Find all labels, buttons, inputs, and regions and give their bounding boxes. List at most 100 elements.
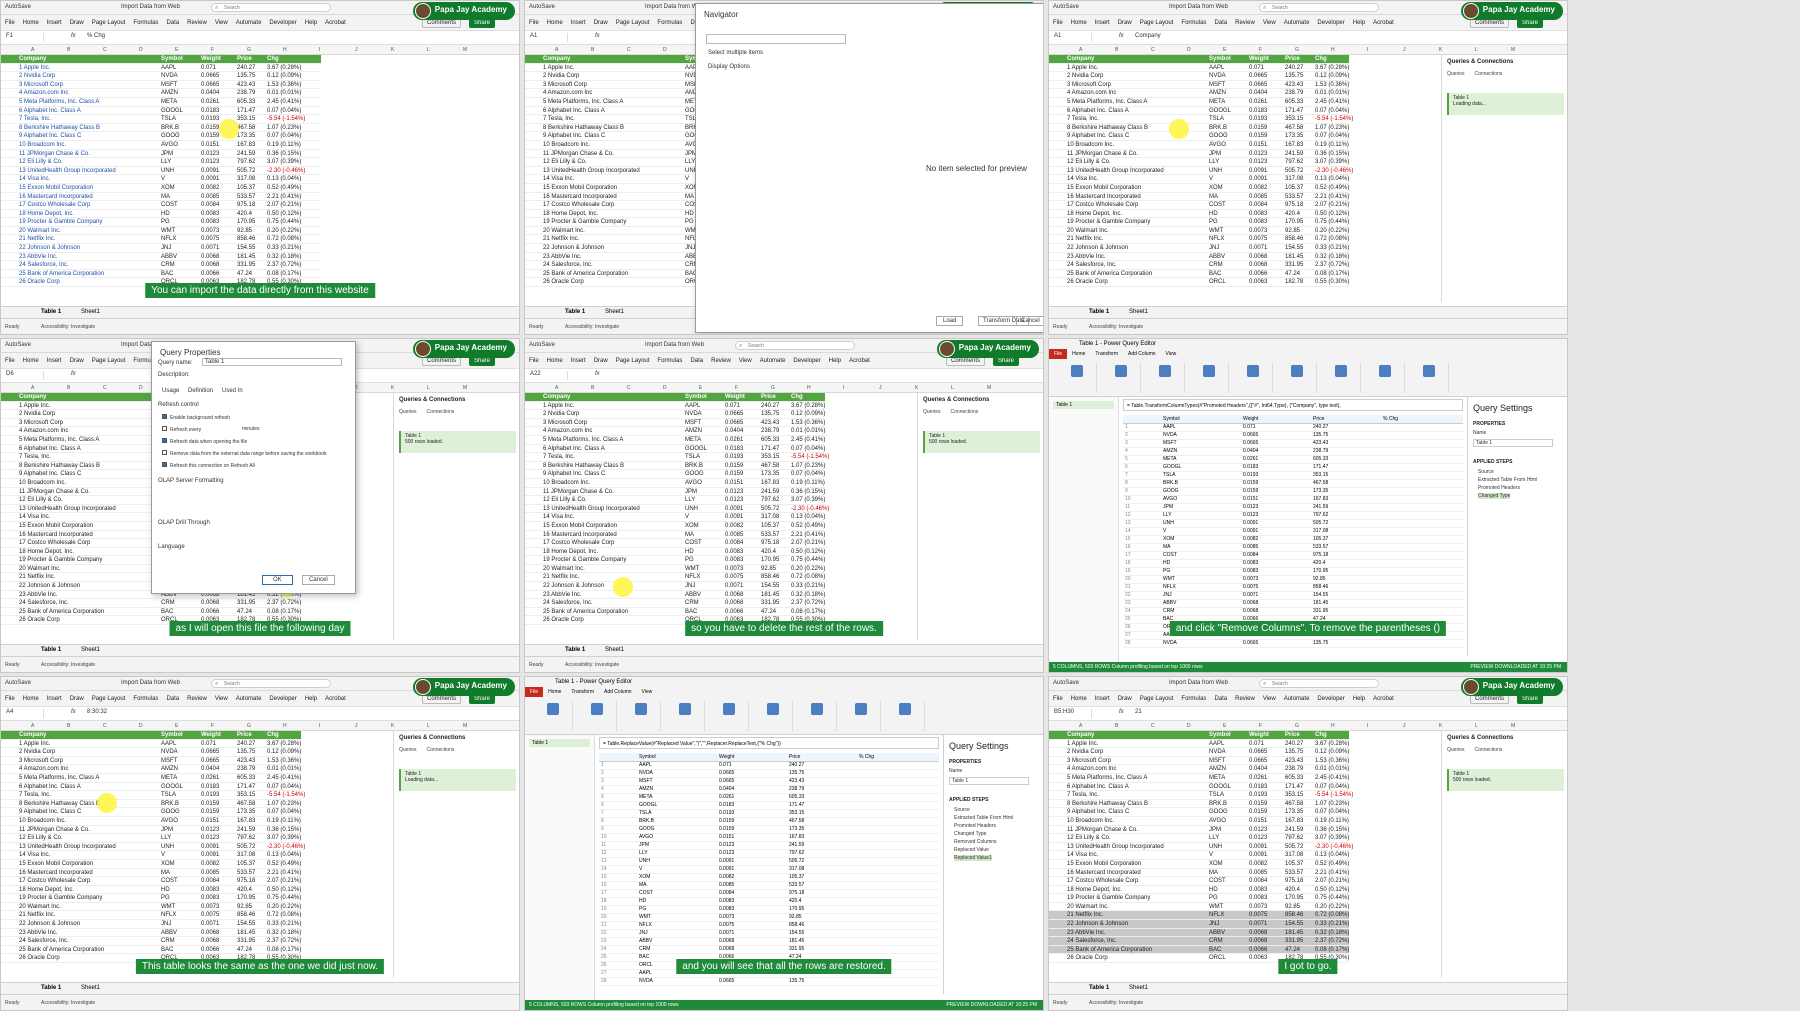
tab-connections[interactable]: Connections [427,747,455,753]
tab-used-in[interactable]: Used In [222,388,243,394]
applied-step[interactable]: Source [954,807,970,813]
pq-tab-view[interactable]: View [1161,349,1182,359]
menu-data[interactable]: Data [1210,15,1231,26]
applied-step[interactable]: Extracted Table From Html [954,815,1013,821]
menu-page-layout[interactable]: Page Layout [88,353,130,364]
name-box[interactable]: A1 [528,33,568,42]
menu-insert[interactable]: Insert [43,691,66,702]
menu-automate[interactable]: Automate [1280,691,1314,702]
autosave-toggle[interactable]: AutoSave [529,4,555,10]
formula-input[interactable]: 8:30:32 [87,709,107,715]
menu-page-layout[interactable]: Page Layout [1136,15,1178,26]
query-item[interactable]: Table 1 500 rows loaded. [1447,769,1564,791]
menu-page-layout[interactable]: Page Layout [88,15,130,26]
tab-connections[interactable]: Connections [951,409,979,415]
tab-queries[interactable]: Queries [1447,71,1465,77]
menu-draw[interactable]: Draw [590,353,612,364]
ribbon-button-icon[interactable] [1202,365,1215,377]
pq-col-weight[interactable]: Weight [1243,416,1258,422]
menu-formulas[interactable]: Formulas [1177,15,1210,26]
menu-help[interactable]: Help [301,15,321,26]
menu-view[interactable]: View [211,691,232,702]
query-item[interactable]: Table 1 500 rows loaded. [399,431,516,453]
pq-col-pct_chg[interactable]: % Chg [859,754,874,760]
autosave-toggle[interactable]: AutoSave [529,342,555,348]
pq-tab-file[interactable]: File [525,687,544,697]
menu-automate[interactable]: Automate [1280,15,1314,26]
menu-acrobat[interactable]: Acrobat [845,353,874,364]
menu-file[interactable]: File [1,691,19,702]
applied-step[interactable]: Extracted Table From Html [1478,477,1537,483]
menu-draw[interactable]: Draw [1114,691,1136,702]
ribbon-button-icon[interactable] [1422,365,1435,377]
option-checkbox[interactable] [162,426,167,431]
applied-step[interactable]: Removed Columns [954,839,997,845]
menu-draw[interactable]: Draw [66,353,88,364]
sheet-tab-sheet1[interactable]: Sheet1 [1129,309,1148,315]
accessibility-status[interactable]: Accessibility: Investigate [565,662,619,668]
menu-home[interactable]: Home [1067,15,1091,26]
search-box[interactable]: ⌕Search [211,3,331,12]
menu-developer[interactable]: Developer [265,691,300,702]
tab-connections[interactable]: Connections [1475,71,1503,77]
ribbon-button-icon[interactable] [1246,365,1259,377]
menu-automate[interactable]: Automate [232,691,266,702]
menu-file[interactable]: File [525,353,543,364]
menu-help[interactable]: Help [301,691,321,702]
sheet-tab-table1[interactable]: Table 1 [41,985,61,991]
menu-page-layout[interactable]: Page Layout [88,691,130,702]
menu-acrobat[interactable]: Acrobat [321,691,350,702]
pq-col-symbol[interactable]: Symbol [1163,416,1180,422]
pq-tab-add-column[interactable]: Add Column [599,687,637,697]
cancel-button[interactable]: Cancel [302,575,335,585]
nav-query-item[interactable]: Table 1 [529,739,590,747]
pq-tab-transform[interactable]: Transform [566,687,599,697]
name-box[interactable]: F1 [4,33,44,42]
tab-connections[interactable]: Connections [427,409,455,415]
ribbon-button-icon[interactable] [766,703,779,715]
ribbon-button-icon[interactable] [590,703,603,715]
ribbon-button-icon[interactable] [1114,365,1127,377]
menu-home[interactable]: Home [19,353,43,364]
menu-file[interactable]: File [525,15,543,26]
ribbon-button-icon[interactable] [1158,365,1171,377]
menu-view[interactable]: View [211,15,232,26]
query-item[interactable]: Table 1 Loading data... [399,769,516,791]
menu-insert[interactable]: Insert [567,353,590,364]
option-checkbox[interactable] [162,462,167,467]
menu-developer[interactable]: Developer [1313,15,1348,26]
menu-developer[interactable]: Developer [789,353,824,364]
accessibility-status[interactable]: Accessibility: Investigate [41,1000,95,1006]
cancel-button[interactable]: Cancel [1016,316,1043,326]
menu-review[interactable]: Review [1231,15,1259,26]
menu-developer[interactable]: Developer [1313,691,1348,702]
pq-col-price[interactable]: Price [789,754,800,760]
ribbon-button-icon[interactable] [1378,365,1391,377]
menu-formulas[interactable]: Formulas [653,15,686,26]
search-box[interactable]: ⌕Search [1259,3,1379,12]
display-options[interactable]: Display Options [708,64,750,70]
menu-home[interactable]: Home [543,353,567,364]
autosave-toggle[interactable]: AutoSave [5,680,31,686]
sheet-tab-table1[interactable]: Table 1 [1089,309,1109,315]
formula-input[interactable]: Company [1135,33,1161,39]
query-item[interactable]: Table 1 Loading data... [1447,93,1564,115]
menu-formulas[interactable]: Formulas [129,691,162,702]
sheet-tab-sheet1[interactable]: Sheet1 [81,985,100,991]
ribbon-button-icon[interactable] [678,703,691,715]
menu-automate[interactable]: Automate [232,15,266,26]
menu-page-layout[interactable]: Page Layout [1136,691,1178,702]
accessibility-status[interactable]: Accessibility: Investigate [41,324,95,330]
autosave-toggle[interactable]: AutoSave [1053,4,1079,10]
menu-data[interactable]: Data [1210,691,1231,702]
search-box[interactable]: ⌕Search [211,679,331,688]
ribbon-button-icon[interactable] [810,703,823,715]
autosave-toggle[interactable]: AutoSave [5,342,31,348]
menu-formulas[interactable]: Formulas [653,353,686,364]
menu-acrobat[interactable]: Acrobat [321,15,350,26]
menu-insert[interactable]: Insert [1091,691,1114,702]
sheet-tab-sheet1[interactable]: Sheet1 [605,309,624,315]
ribbon-button-icon[interactable] [854,703,867,715]
pq-tab-transform[interactable]: Transform [1090,349,1123,359]
tab-usage[interactable]: Usage [162,388,179,394]
